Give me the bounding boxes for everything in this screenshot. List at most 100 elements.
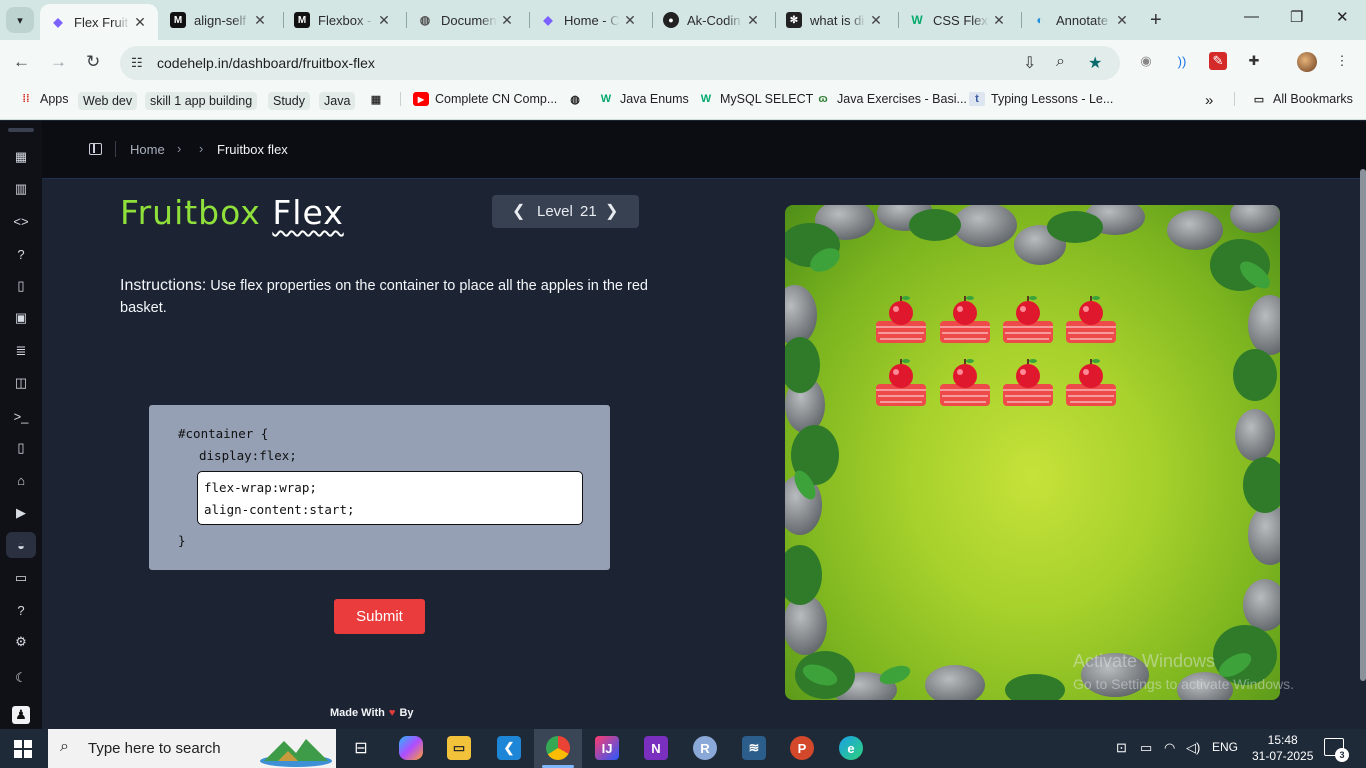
sidebar-toggle-icon[interactable] [89, 143, 102, 155]
bookmark-study[interactable]: Study [268, 92, 310, 110]
tab-css-flexbox[interactable]: W CSS Flexb ✕ [899, 4, 1017, 36]
site-info-icon[interactable]: ☷ [131, 55, 143, 71]
chrome-icon[interactable] [546, 736, 570, 760]
r-language-icon[interactable]: R [693, 736, 717, 760]
close-tab-icon[interactable]: ✕ [620, 12, 640, 29]
quiz-icon[interactable]: ? [12, 245, 30, 263]
code-fixed-line: display:flex; [199, 448, 297, 463]
bookmark-apps[interactable]: ⁞⁞ Apps [18, 92, 68, 106]
back-button[interactable]: ← [13, 52, 30, 72]
intellij-icon[interactable]: IJ [595, 736, 619, 760]
install-app-icon[interactable]: ⇩ [1023, 53, 1036, 73]
bookmark-skill-app[interactable]: skill 1 app building [145, 92, 258, 110]
tab-search-button[interactable]: ▾ [6, 7, 34, 33]
close-window-button[interactable]: ✕ [1336, 8, 1349, 26]
close-tab-icon[interactable]: ✕ [743, 12, 763, 29]
submit-button[interactable]: Submit [334, 599, 425, 634]
powerpoint-icon[interactable]: P [790, 736, 814, 760]
code-input-line[interactable]: align-content:start; [204, 502, 355, 517]
video-icon[interactable]: ▶ [12, 504, 30, 522]
zoom-icon[interactable]: ⌕ [1056, 53, 1065, 71]
previous-level-icon[interactable]: ❮ [512, 201, 525, 221]
page-scrollbar[interactable] [1360, 169, 1366, 681]
chat-icon[interactable]: ▭ [12, 569, 30, 587]
help-icon[interactable]: ? [12, 601, 30, 619]
terminal-icon[interactable]: >_ [12, 407, 30, 425]
minimize-button[interactable]: — [1244, 8, 1259, 25]
bookmark-java[interactable]: Java [319, 92, 356, 110]
pdf-extension-icon[interactable]: ✎ [1209, 52, 1227, 70]
bookmark-complete-cn[interactable]: ▶ Complete CN Comp... [400, 92, 557, 106]
all-bookmarks[interactable]: ▭ All Bookmarks [1234, 92, 1353, 106]
close-tab-icon[interactable]: ✕ [1112, 12, 1132, 29]
restore-button[interactable]: ❐ [1290, 8, 1303, 26]
tab-annotate[interactable]: ◐ Annotate ✕ [1022, 4, 1140, 36]
bookmark-tab-groups[interactable]: ▦ [368, 92, 390, 106]
close-tab-icon[interactable]: ✕ [130, 14, 150, 31]
windows-start-icon[interactable] [14, 740, 32, 758]
bookmark-java-exercises[interactable]: ɷ Java Exercises - Basi... [815, 92, 967, 106]
language-indicator[interactable]: ENG [1212, 740, 1238, 754]
edge-icon[interactable]: e [839, 736, 863, 760]
close-tab-icon[interactable]: ✕ [250, 12, 270, 29]
bookmark-mysql-select[interactable]: W MySQL SELECT [698, 92, 814, 106]
reload-button[interactable]: ↻ [86, 52, 100, 72]
taskbar-search-placeholder[interactable]: Type here to search [88, 740, 221, 757]
tab-flex-fruit[interactable]: ◆ Flex Fruit ✕ [40, 4, 158, 40]
notes-icon[interactable]: ≣ [12, 342, 30, 360]
wifi-icon[interactable]: ◠ [1164, 740, 1175, 756]
onenote-icon[interactable]: N [644, 736, 668, 760]
user-profile-icon[interactable]: ♟ [12, 706, 30, 724]
taskbar-clock[interactable]: 15:48 31-07-2025 [1252, 732, 1313, 764]
tab-documentation[interactable]: ◍ Documen ✕ [407, 4, 525, 36]
code-icon[interactable]: <> [12, 212, 30, 230]
close-tab-icon[interactable]: ✕ [866, 12, 886, 29]
volume-icon[interactable]: ◁) [1186, 740, 1200, 756]
theme-toggle-icon[interactable]: ☾ [12, 669, 30, 687]
book-open-icon[interactable]: ◫ [12, 374, 30, 392]
site-logo[interactable] [8, 128, 34, 132]
tab-flexbox[interactable]: M Flexbox - ✕ [284, 4, 402, 36]
audio-extension-icon[interactable]: )) [1173, 52, 1191, 70]
bookmark-typing-lessons[interactable]: t Typing Lessons - Le... [969, 92, 1113, 106]
bookmarks-overflow-icon[interactable]: » [1205, 92, 1213, 109]
next-level-icon[interactable]: ❯ [605, 201, 618, 221]
close-tab-icon[interactable]: ✕ [374, 12, 394, 29]
tab-ak-coding[interactable]: ● Ak-Codin ✕ [653, 4, 771, 36]
menu-kebab-icon[interactable]: ⋮ [1333, 52, 1351, 70]
tab-home[interactable]: ◆ Home - C ✕ [530, 4, 648, 36]
tab-align-self[interactable]: M align-self ✕ [160, 4, 278, 36]
extensions-icon[interactable]: ✚ [1245, 52, 1263, 70]
tab-what-is[interactable]: ✻ what is di ✕ [776, 4, 894, 36]
new-tab-button[interactable]: + [1150, 9, 1162, 32]
bookmark-star-icon[interactable]: ★ [1088, 53, 1102, 73]
tasks-icon[interactable]: ▯ [12, 439, 30, 457]
task-view-icon[interactable]: ⊟ [349, 736, 373, 760]
mysql-workbench-icon[interactable]: ≋ [742, 736, 766, 760]
code-input-line[interactable]: flex-wrap:wrap; [204, 480, 317, 495]
battery-icon[interactable]: ▭ [1140, 740, 1152, 756]
profile-avatar[interactable] [1297, 52, 1317, 72]
settings-gear-icon[interactable]: ⚙ [12, 633, 30, 651]
forward-button[interactable]: → [50, 52, 67, 72]
close-tab-icon[interactable]: ✕ [497, 12, 517, 29]
graduation-cap-icon[interactable]: ⌂ [12, 471, 30, 489]
vscode-icon[interactable]: ❮ [497, 736, 521, 760]
copilot-icon[interactable] [399, 736, 423, 760]
close-tab-icon[interactable]: ✕ [989, 12, 1009, 29]
camera-extension-icon[interactable]: ◉ [1137, 52, 1155, 70]
breadcrumb-home[interactable]: Home [130, 142, 165, 157]
meet-now-icon[interactable]: ⊡ [1116, 740, 1127, 756]
gamepad-icon[interactable]: ◒ [6, 532, 36, 558]
clipboard-icon[interactable]: ▯ [12, 277, 30, 295]
url-text[interactable]: codehelp.in/dashboard/fruitbox-flex [157, 55, 375, 71]
search-highlight-illustration-icon[interactable] [258, 731, 334, 767]
library-icon[interactable]: ▥ [12, 180, 30, 198]
bookmark-java-enums[interactable]: W Java Enums [598, 92, 689, 106]
file-explorer-icon[interactable]: ▭ [447, 736, 471, 760]
css-input-area[interactable]: flex-wrap:wrap; align-content:start; [197, 471, 583, 525]
briefcase-icon[interactable]: ▣ [12, 309, 30, 327]
bookmark-web-dev[interactable]: Web dev [78, 92, 138, 110]
bookmark-globe[interactable]: ◍ [567, 92, 589, 106]
dashboard-icon[interactable]: ▦ [12, 148, 30, 166]
